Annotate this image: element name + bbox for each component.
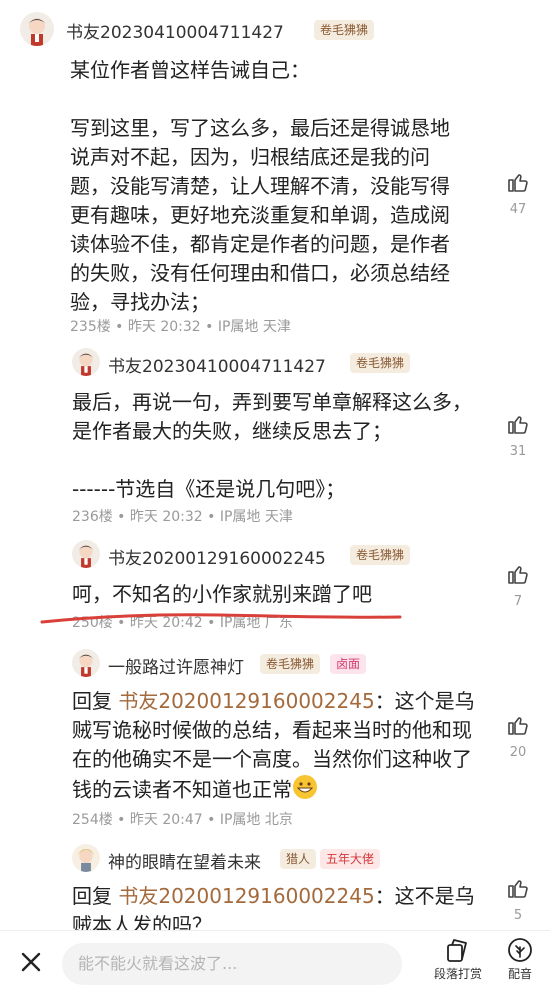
bottom-bar: 能不能火就看这波了... 段落打赏 配音 xyxy=(0,930,550,1001)
comment-partial: 神的眼睛在望着未来 猎人 五年大佬 回复 书友20200129160002245… xyxy=(0,840,550,937)
like-button[interactable]: 20 xyxy=(500,713,536,760)
like-count: 5 xyxy=(513,908,523,923)
comment-text: 呵，不知名的小作家就别来蹭了吧 xyxy=(72,582,372,606)
thumbs-up-icon xyxy=(508,174,528,192)
reply-target[interactable]: 书友20200129160002245 xyxy=(118,884,374,908)
thumbs-up-icon xyxy=(508,566,528,584)
user-badge: 卷毛狒狒 xyxy=(350,545,411,565)
comment-meta: 236楼 • 昨天 20:32 • IP属地 天津 xyxy=(72,509,293,525)
comment-input[interactable]: 能不能火就看这波了... xyxy=(62,943,402,985)
username[interactable]: 书友20230410004711427 xyxy=(108,352,326,377)
like-count: 31 xyxy=(509,444,527,459)
comment-254: 一般路过许愿神灯 卷毛狒狒 卤面 回复 书友20200129160002245：… xyxy=(0,645,550,835)
user-badge: 卷毛狒狒 xyxy=(260,654,321,674)
comment-meta: 254楼 • 昨天 20:47 • IP属地 北京 xyxy=(72,812,293,828)
username[interactable]: 神的眼睛在望着未来 xyxy=(108,848,261,873)
close-icon[interactable] xyxy=(18,949,44,975)
user-badge: 卷毛狒狒 xyxy=(350,353,411,373)
like-button[interactable]: 5 xyxy=(500,876,536,923)
grinning-emoji-icon xyxy=(292,774,318,808)
thumbs-up-icon xyxy=(508,880,528,898)
comment-text: 最后，再说一句，弄到要写单章解释这么多， 是作者最大的失败，继续反思去了； --… xyxy=(72,390,472,501)
username[interactable]: 书友20200129160002245 xyxy=(108,544,326,569)
comment-text: 回复 书友20200129160002245：这个是乌 贼写诡秘时候做的总结，看… xyxy=(72,687,500,808)
reply-target[interactable]: 书友20200129160002245 xyxy=(118,689,374,713)
user-badge: 卤面 xyxy=(330,654,367,674)
paragraph-tip-label: 段落打赏 xyxy=(433,967,482,981)
comment-235: 书友20230410004711427 卷毛狒狒 某位作者曾这样告诫自己： 写到… xyxy=(0,0,550,340)
paragraph-tip-button[interactable]: 段落打赏 xyxy=(428,937,488,982)
avatar[interactable] xyxy=(72,844,100,872)
tree-icon xyxy=(508,938,532,962)
like-count: 47 xyxy=(509,202,527,217)
red-underline-annotation xyxy=(40,613,402,624)
like-count: 20 xyxy=(509,745,527,760)
comment-236: 书友20230410004711427 卷毛狒狒 最后，再说一句，弄到要写单章解… xyxy=(0,340,550,530)
avatar[interactable] xyxy=(72,649,100,677)
avatar[interactable] xyxy=(72,540,100,568)
like-button[interactable]: 31 xyxy=(500,412,536,459)
like-count: 7 xyxy=(513,594,523,609)
gift-cards-icon xyxy=(447,939,467,962)
dub-label: 配音 xyxy=(507,967,532,981)
user-badge: 五年大佬 xyxy=(320,849,381,869)
like-button[interactable]: 7 xyxy=(500,562,536,609)
avatar[interactable] xyxy=(72,348,100,376)
user-badge: 猎人 xyxy=(280,849,317,869)
username[interactable]: 书友20230410004711427 xyxy=(66,18,284,43)
username[interactable]: 一般路过许愿神灯 xyxy=(108,653,244,678)
avatar[interactable] xyxy=(20,12,54,46)
dub-button[interactable]: 配音 xyxy=(490,937,550,982)
thumbs-up-icon xyxy=(508,416,528,434)
comment-text: 某位作者曾这样告诫自己： 写到这里，写了这么多，最后还是得诚恳地 说声对不起，因… xyxy=(70,58,450,314)
like-button[interactable]: 47 xyxy=(500,170,536,217)
thumbs-up-icon xyxy=(508,717,528,735)
comment-meta: 235楼 • 昨天 20:32 • IP属地 天津 xyxy=(70,319,291,335)
user-badge: 卷毛狒狒 xyxy=(314,20,375,40)
